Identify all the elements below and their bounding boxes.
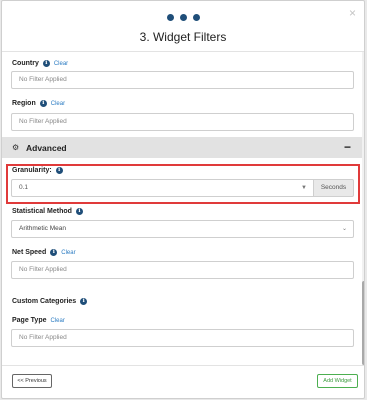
net-speed-label: Net Speed: [12, 249, 47, 256]
add-widget-button[interactable]: Add Widget: [317, 374, 358, 388]
statistical-method-label-row: Statistical Method i: [12, 208, 83, 215]
custom-categories-label-row: Custom Categories i: [12, 298, 88, 305]
step-dot: [167, 14, 174, 21]
step-dot: [193, 14, 200, 21]
statistical-method-value: Arithmetic Mean: [19, 225, 66, 232]
footer-divider: [2, 365, 364, 366]
step-indicator: [167, 14, 200, 21]
widget-filters-modal: × 3. Widget Filters Country i Clear No F…: [1, 0, 365, 399]
statistical-method-select[interactable]: Arithmetic Mean ⌄: [11, 220, 354, 238]
info-icon[interactable]: i: [55, 167, 63, 174]
info-icon[interactable]: i: [75, 208, 83, 215]
info-icon[interactable]: i: [80, 298, 88, 305]
granularity-label-row: Granularity: i: [12, 167, 63, 174]
granularity-value: 0.1: [19, 184, 29, 191]
region-label: Region: [12, 100, 36, 107]
statistical-method-label: Statistical Method: [12, 208, 72, 215]
page-type-clear-link[interactable]: Clear: [51, 318, 65, 324]
chevron-down-icon: ⌄: [341, 226, 347, 232]
advanced-section-header[interactable]: ⚙ Advanced −: [2, 137, 362, 158]
previous-button[interactable]: << Previous: [12, 374, 52, 388]
country-label: Country: [12, 60, 39, 67]
region-filter-label: Region i Clear: [12, 100, 65, 107]
advanced-title: Advanced: [26, 143, 67, 153]
region-filter-input[interactable]: No Filter Applied: [11, 113, 354, 131]
granularity-select[interactable]: 0.1 ▼: [11, 179, 314, 197]
modal-body: Country i Clear No Filter Applied Region…: [2, 52, 362, 365]
net-speed-clear-link[interactable]: Clear: [61, 250, 75, 256]
page-type-label-row: Page Type Clear: [12, 317, 65, 324]
step-dot: [180, 14, 187, 21]
info-icon[interactable]: i: [42, 60, 50, 67]
collapse-icon[interactable]: −: [344, 140, 351, 154]
chevron-down-icon: ▼: [301, 185, 307, 191]
info-icon[interactable]: i: [39, 100, 47, 107]
net-speed-filter-input[interactable]: No Filter Applied: [11, 261, 354, 279]
granularity-label: Granularity:: [12, 167, 52, 174]
modal-title: 3. Widget Filters: [139, 30, 227, 44]
custom-categories-label: Custom Categories: [12, 298, 77, 305]
info-icon[interactable]: i: [50, 249, 58, 256]
close-icon[interactable]: ×: [349, 6, 356, 20]
page-type-filter-input[interactable]: No Filter Applied: [11, 329, 354, 347]
net-speed-label-row: Net Speed i Clear: [12, 249, 76, 256]
country-filter-input[interactable]: No Filter Applied: [11, 71, 354, 89]
region-clear-link[interactable]: Clear: [51, 101, 65, 107]
scrollbar-thumb[interactable]: [362, 281, 364, 365]
country-filter-label: Country i Clear: [12, 60, 68, 67]
granularity-unit-addon: Seconds: [314, 179, 354, 197]
gears-icon: ⚙: [12, 143, 20, 152]
country-clear-link[interactable]: Clear: [54, 61, 68, 67]
page-type-label: Page Type: [12, 317, 47, 324]
